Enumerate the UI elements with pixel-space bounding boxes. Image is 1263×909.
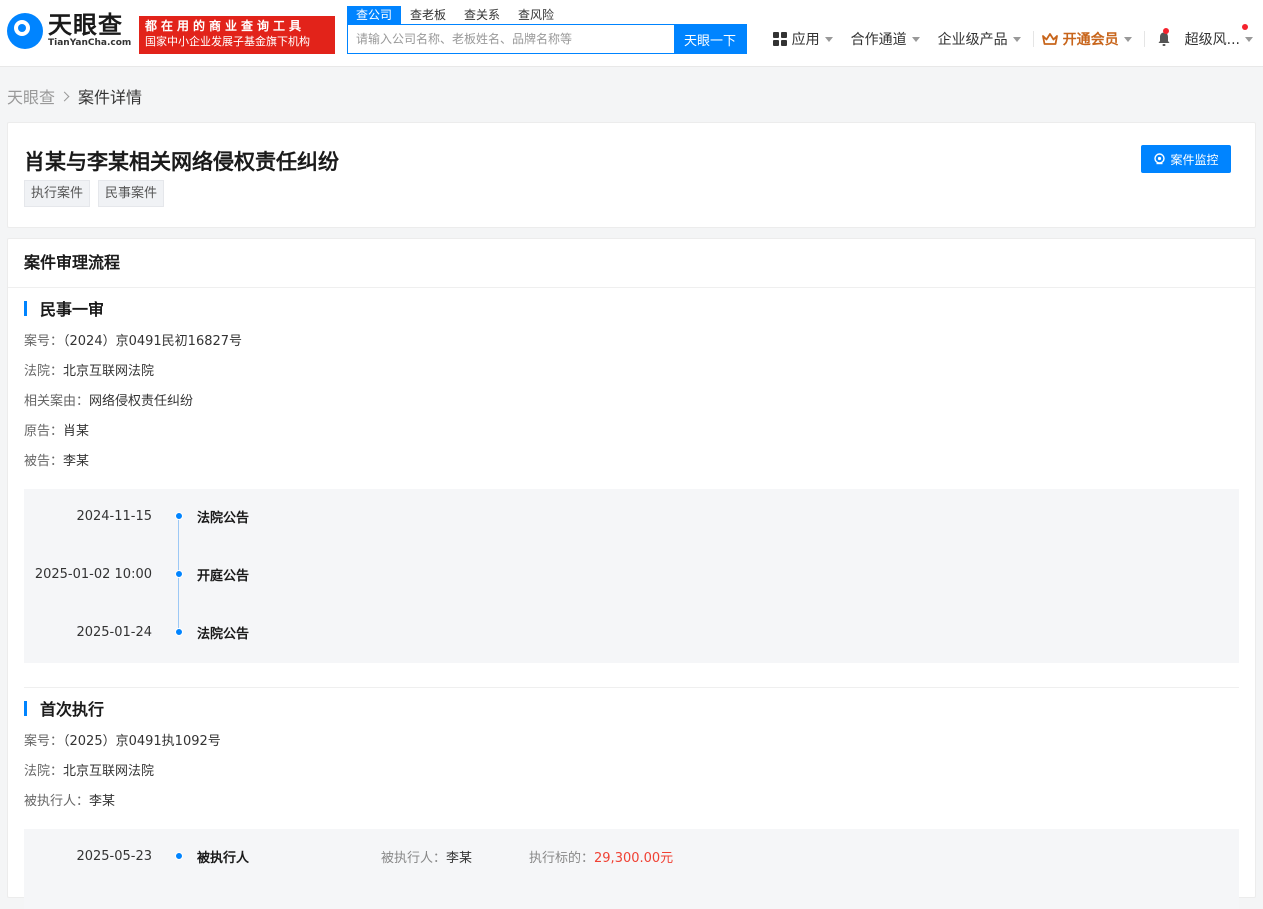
caret-down-icon <box>1245 36 1253 42</box>
nav-apps-label: 应用 <box>791 32 820 48</box>
logo-mark-icon <box>7 12 43 49</box>
notification-dot <box>1162 28 1169 34</box>
tab-relation[interactable]: 查关系 <box>455 6 509 24</box>
timeline-item[interactable]: 2025-05-23 被执行人 被执行人：李某 执行标的：29,300.00元 <box>24 846 1239 866</box>
execution-amount: 执行标的：29,300.00元 <box>529 850 674 866</box>
stage-title: 民事一审 <box>24 298 1239 319</box>
timeline-first-trial: 2024-11-15 法院公告 2025-01-02 10:00 开庭公告 20… <box>24 489 1239 663</box>
field-cause: 相关案由：网络侵权责任纠纷 <box>24 394 194 409</box>
nav-enterprise[interactable]: 企业级产品 <box>938 29 1021 49</box>
logo-cn: 天眼查 <box>48 11 123 39</box>
timeline-item[interactable]: 2025-01-24 法院公告 <box>24 622 1239 642</box>
executee-info: 被执行人：李某 <box>381 850 473 866</box>
case-tags: 执行案件 民事案件 <box>24 180 172 207</box>
nav-partner-label: 合作通道 <box>850 32 907 48</box>
nav-user-label: 超级风... <box>1184 32 1240 48</box>
slogan-line1: 都在用的商业查询工具 <box>145 19 306 33</box>
caret-down-icon <box>1123 36 1132 42</box>
breadcrumb: 天眼查 案件详情 <box>7 84 142 108</box>
stage-execution: 首次执行 案号：（2025）京0491执1092号 法院：北京互联网法院 被执行… <box>8 688 1255 909</box>
breadcrumb-home[interactable]: 天眼查 <box>7 84 55 108</box>
field-court: 法院：北京互联网法院 <box>24 764 155 779</box>
field-plaintiff: 原告：肖某 <box>24 424 90 439</box>
search-input[interactable] <box>348 25 674 53</box>
caret-down-icon <box>1012 36 1021 42</box>
slogan-banner: 都在用的商业查询工具 国家中小企业发展子基金旗下机构 <box>139 16 335 54</box>
apps-grid-icon <box>772 32 787 46</box>
monitor-location-icon <box>1154 152 1166 164</box>
timeline-dot-icon <box>175 852 183 860</box>
tab-boss[interactable]: 查老板 <box>401 6 455 24</box>
tab-risk[interactable]: 查风险 <box>509 6 563 24</box>
timeline-dot-icon <box>175 628 183 636</box>
field-executee: 被执行人：李某 <box>24 794 116 809</box>
site-logo[interactable]: 天眼查 TianYanCha.com <box>7 12 131 49</box>
case-title: 肖某与李某相关网络侵权责任纠纷 <box>24 150 339 174</box>
top-header: 天眼查 TianYanCha.com 都在用的商业查询工具 国家中小企业发展子基… <box>0 0 1263 67</box>
caret-down-icon <box>911 36 920 42</box>
field-defendant: 被告：李某 <box>24 454 90 469</box>
user-dot <box>1242 24 1248 30</box>
nav-divider <box>1032 31 1034 47</box>
search-tabs: 查公司 查老板 查关系 查风险 <box>347 6 563 24</box>
tag-civil: 民事案件 <box>98 180 165 207</box>
nav-divider <box>1143 31 1145 47</box>
timeline-dot-icon <box>175 512 183 520</box>
stage-title: 首次执行 <box>24 698 1239 719</box>
search-box: 天眼一下 <box>347 24 747 54</box>
timeline-item[interactable]: 2025-01-02 10:00 开庭公告 <box>24 564 1239 584</box>
top-nav: 应用 合作通道 企业级产品 开通会员 超级风... <box>755 24 1253 50</box>
nav-apps[interactable]: 应用 <box>772 29 833 49</box>
logo-en: TianYanCha.com <box>48 38 132 48</box>
case-process-card: 案件审理流程 民事一审 案号：（2024）京0491民初16827号 法院：北京… <box>7 238 1256 909</box>
caret-down-icon <box>824 36 833 42</box>
nav-vip[interactable]: 开通会员 <box>1041 29 1132 49</box>
stage-first-trial: 民事一审 案号：（2024）京0491民初16827号 法院：北京互联网法院 相… <box>8 288 1255 663</box>
case-monitor-button[interactable]: 案件监控 <box>1141 145 1231 173</box>
timeline-dot-icon <box>175 570 183 578</box>
slogan-line2: 国家中小企业发展子基金旗下机构 <box>145 35 310 48</box>
nav-notifications[interactable] <box>1157 28 1171 47</box>
case-monitor-label: 案件监控 <box>1170 152 1219 167</box>
breadcrumb-current: 案件详情 <box>78 88 143 107</box>
field-case-number: 案号：（2024）京0491民初16827号 <box>24 334 243 349</box>
field-case-number: 案号：（2025）京0491执1092号 <box>24 734 221 749</box>
nav-partner[interactable]: 合作通道 <box>851 29 920 49</box>
tag-execution: 执行案件 <box>24 180 91 207</box>
nav-enterprise-label: 企业级产品 <box>937 32 1008 48</box>
nav-user[interactable]: 超级风... <box>1184 24 1253 49</box>
timeline-item[interactable]: 2024-11-15 法院公告 <box>24 506 1239 526</box>
case-title-card: 肖某与李某相关网络侵权责任纠纷 执行案件 民事案件 案件监控 <box>7 122 1256 228</box>
crown-icon <box>1041 33 1058 45</box>
process-heading: 案件审理流程 <box>8 239 1255 288</box>
tab-company[interactable]: 查公司 <box>347 6 402 24</box>
field-court: 法院：北京互联网法院 <box>24 364 155 379</box>
timeline-execution: 2025-05-23 被执行人 被执行人：李某 执行标的：29,300.00元 <box>24 829 1239 909</box>
search-button[interactable]: 天眼一下 <box>674 25 746 53</box>
nav-vip-label: 开通会员 <box>1062 32 1119 48</box>
chevron-right-icon <box>59 91 70 101</box>
